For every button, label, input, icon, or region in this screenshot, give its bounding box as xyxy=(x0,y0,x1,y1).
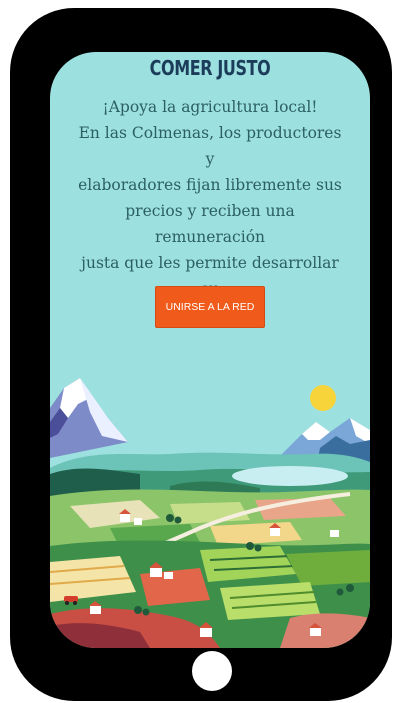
home-button[interactable] xyxy=(192,651,232,691)
farm-landscape-illustration xyxy=(50,378,370,648)
intro-line: En las Colmenas, los productores y xyxy=(78,124,342,168)
phone-screen: COMER JUSTO ¡Apoya la agricultura local!… xyxy=(50,52,370,648)
intro-line: elaboradores fijan libremente sus xyxy=(78,176,342,194)
intro-line: ¡Apoya la agricultura local! xyxy=(102,98,318,116)
intro-line: precios y reciben una remuneración xyxy=(125,202,295,246)
join-network-button[interactable]: UNIRSE A LA RED xyxy=(155,286,265,328)
page-title: COMER JUSTO xyxy=(149,56,271,80)
sun-icon xyxy=(310,385,336,411)
